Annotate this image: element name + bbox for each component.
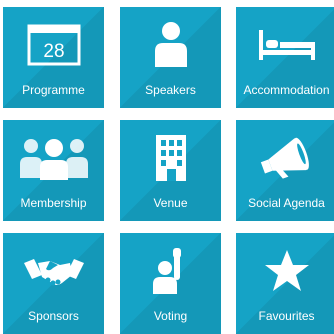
- tile-label: Sponsors: [28, 309, 79, 323]
- menu-grid: 28 Programme Speakers Accommodation Memb…: [0, 0, 334, 334]
- megaphone-icon: [236, 132, 334, 184]
- calendar-icon: 28: [3, 19, 104, 71]
- tile-voting[interactable]: Voting: [120, 233, 221, 334]
- tile-membership[interactable]: Membership: [3, 120, 104, 221]
- tile-sponsors[interactable]: Sponsors: [3, 233, 104, 334]
- person-icon: [120, 19, 221, 71]
- tile-label: Programme: [22, 83, 85, 97]
- bed-icon: [236, 19, 334, 71]
- tile-accommodation[interactable]: Accommodation: [236, 7, 334, 108]
- building-icon: [120, 132, 221, 184]
- tile-social-agenda[interactable]: Social Agenda: [236, 120, 334, 221]
- handshake-icon: [3, 245, 104, 297]
- tile-label: Favourites: [258, 309, 315, 323]
- raised-hand-icon: [120, 245, 221, 297]
- star-icon: [236, 245, 334, 297]
- tile-label: Social Agenda: [248, 196, 325, 210]
- tile-venue[interactable]: Venue: [120, 120, 221, 221]
- tile-favourites[interactable]: Favourites: [236, 233, 334, 334]
- group-icon: [3, 132, 104, 184]
- tile-label: Venue: [153, 196, 188, 210]
- tile-label: Membership: [20, 196, 87, 210]
- tile-label: Voting: [153, 309, 188, 323]
- calendar-date: 28: [43, 41, 64, 62]
- tile-speakers[interactable]: Speakers: [120, 7, 221, 108]
- tile-label: Accommodation: [243, 83, 330, 97]
- tile-label: Speakers: [145, 83, 196, 97]
- tile-programme[interactable]: 28 Programme: [3, 7, 104, 108]
